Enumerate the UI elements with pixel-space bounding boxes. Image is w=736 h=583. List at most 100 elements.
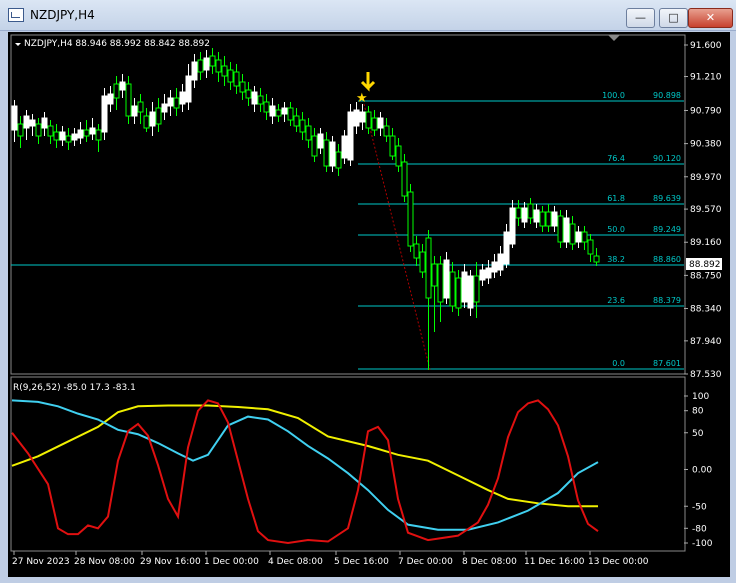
- fib-level-pct: 76.4: [607, 154, 625, 163]
- candle-body: [275, 109, 282, 117]
- fib-level-price: 88.860: [653, 255, 681, 264]
- candle-body: [269, 105, 276, 117]
- candle-body: [47, 125, 54, 137]
- candle-body: [557, 215, 564, 243]
- candle-body: [575, 231, 582, 243]
- chart-header: NZDJPY,H4 88.946 88.992 88.842 88.892: [24, 39, 210, 49]
- candle-body: [239, 81, 246, 93]
- candle-body: [497, 253, 504, 271]
- time-tick-label: 29 Nov 16:00: [140, 557, 201, 567]
- candle-body: [467, 275, 474, 309]
- candle-body: [485, 267, 492, 279]
- candle-body: [341, 135, 348, 159]
- candle-body: [191, 61, 198, 81]
- candle-body: [287, 107, 294, 121]
- app-window: NZDJPY,H4 — □ ✕ 100.0 90.898 76.4 90.120 61.…: [0, 0, 736, 583]
- candle-body: [179, 91, 186, 105]
- fib-level-price: 90.898: [653, 91, 681, 100]
- candle-body: [587, 239, 594, 255]
- candle-body: [155, 107, 162, 125]
- candle-body: [299, 119, 306, 133]
- maximize-button[interactable]: □: [659, 8, 688, 28]
- candle-body: [125, 83, 132, 117]
- fib-level-price: 88.379: [653, 296, 681, 305]
- fib-level-price: 90.120: [653, 154, 681, 163]
- candle-body: [29, 119, 36, 127]
- candle-body: [149, 111, 156, 127]
- indicator-axis: 100 80 50 0.00 -50 -80 -100: [684, 392, 713, 549]
- candle-body: [539, 211, 546, 227]
- candle-body: [305, 125, 312, 141]
- indicator-tick-label: 0.00: [692, 466, 712, 476]
- indicator-label: R(9,26,52) -85.0 17.3 -83.1: [13, 383, 136, 393]
- candle-body: [221, 65, 228, 77]
- candle-body: [161, 103, 168, 113]
- candle-body: [473, 275, 480, 303]
- candle-body: [395, 145, 402, 167]
- indicator-tick-label: -50: [692, 502, 707, 512]
- candle-body: [215, 59, 222, 73]
- indicator-line-cyan: [11, 399, 599, 531]
- candle-body: [491, 261, 498, 273]
- current-price-label: 88.892: [689, 260, 721, 270]
- fib-level-pct: 50.0: [607, 225, 625, 234]
- indicator-tick-label: 50: [692, 429, 704, 439]
- candle-body: [545, 211, 552, 227]
- window-title: NZDJPY,H4: [30, 8, 95, 22]
- price-tick-label: 89.970: [690, 173, 722, 183]
- fib-level-price: 89.249: [653, 225, 681, 234]
- candle-body: [77, 129, 84, 139]
- candle-body: [419, 251, 426, 273]
- time-tick-label: 5 Dec 16:00: [334, 557, 389, 567]
- fib-trend-line[interactable]: [363, 103, 431, 371]
- candle-body: [377, 117, 384, 129]
- candle-body: [173, 97, 180, 109]
- minimize-button[interactable]: —: [626, 8, 655, 28]
- candle-body: [233, 71, 240, 87]
- time-tick-label: 13 Dec 00:00: [588, 557, 649, 567]
- time-tick-label: 8 Dec 08:00: [462, 557, 517, 567]
- candle-body: [167, 97, 174, 107]
- down-arrow-icon[interactable]: [360, 72, 376, 92]
- candlesticks: [11, 48, 600, 370]
- candle-body: [593, 255, 600, 263]
- candle-body: [389, 135, 396, 157]
- candle-body: [101, 95, 108, 133]
- candle-body: [353, 109, 360, 127]
- time-axis: 27 Nov 2023 28 Nov 08:00 29 Nov 16:00 1 Dec…: [12, 551, 649, 567]
- time-tick-label: 27 Nov 2023: [12, 557, 70, 567]
- price-tick-label: 91.210: [690, 73, 722, 83]
- indicator-tick-label: -80: [692, 524, 707, 534]
- candle-body: [281, 107, 288, 115]
- candle-body: [143, 115, 150, 129]
- candle-body: [323, 139, 330, 167]
- shift-marker-icon[interactable]: [608, 35, 620, 41]
- candle-body: [89, 127, 96, 135]
- candle-body: [11, 105, 18, 131]
- chart-area[interactable]: 100.0 90.898 76.4 90.120 61.8 89.639 50.0 89.24…: [8, 32, 730, 577]
- candle-body: [455, 277, 462, 309]
- candle-body: [131, 105, 138, 117]
- candle-body: [533, 209, 540, 223]
- dropdown-triangle-icon[interactable]: [15, 43, 21, 46]
- candle-body: [503, 231, 510, 265]
- candle-body: [347, 111, 354, 161]
- candle-body: [185, 75, 192, 103]
- candle-body: [551, 211, 558, 227]
- time-tick-label: 4 Dec 08:00: [268, 557, 323, 567]
- candle-body: [59, 131, 66, 141]
- candle-body: [227, 69, 234, 83]
- price-chart-canvas[interactable]: 100.0 90.898 76.4 90.120 61.8 89.639 50.0 89.24…: [8, 32, 730, 577]
- candle-body: [509, 207, 516, 245]
- candle-body: [569, 223, 576, 245]
- candle-body: [53, 131, 60, 141]
- title-bar[interactable]: NZDJPY,H4 — □ ✕: [0, 0, 736, 31]
- price-axis: 91.600 91.210 90.790 90.380 89.970 89.570 89.1…: [684, 41, 722, 380]
- close-button[interactable]: ✕: [688, 8, 733, 28]
- candle-body: [245, 89, 252, 99]
- price-tick-label: 87.940: [690, 337, 722, 347]
- candle-body: [431, 263, 438, 287]
- price-tick-label: 90.380: [690, 140, 722, 150]
- candle-body: [35, 123, 42, 137]
- fib-level-price: 89.639: [653, 194, 681, 203]
